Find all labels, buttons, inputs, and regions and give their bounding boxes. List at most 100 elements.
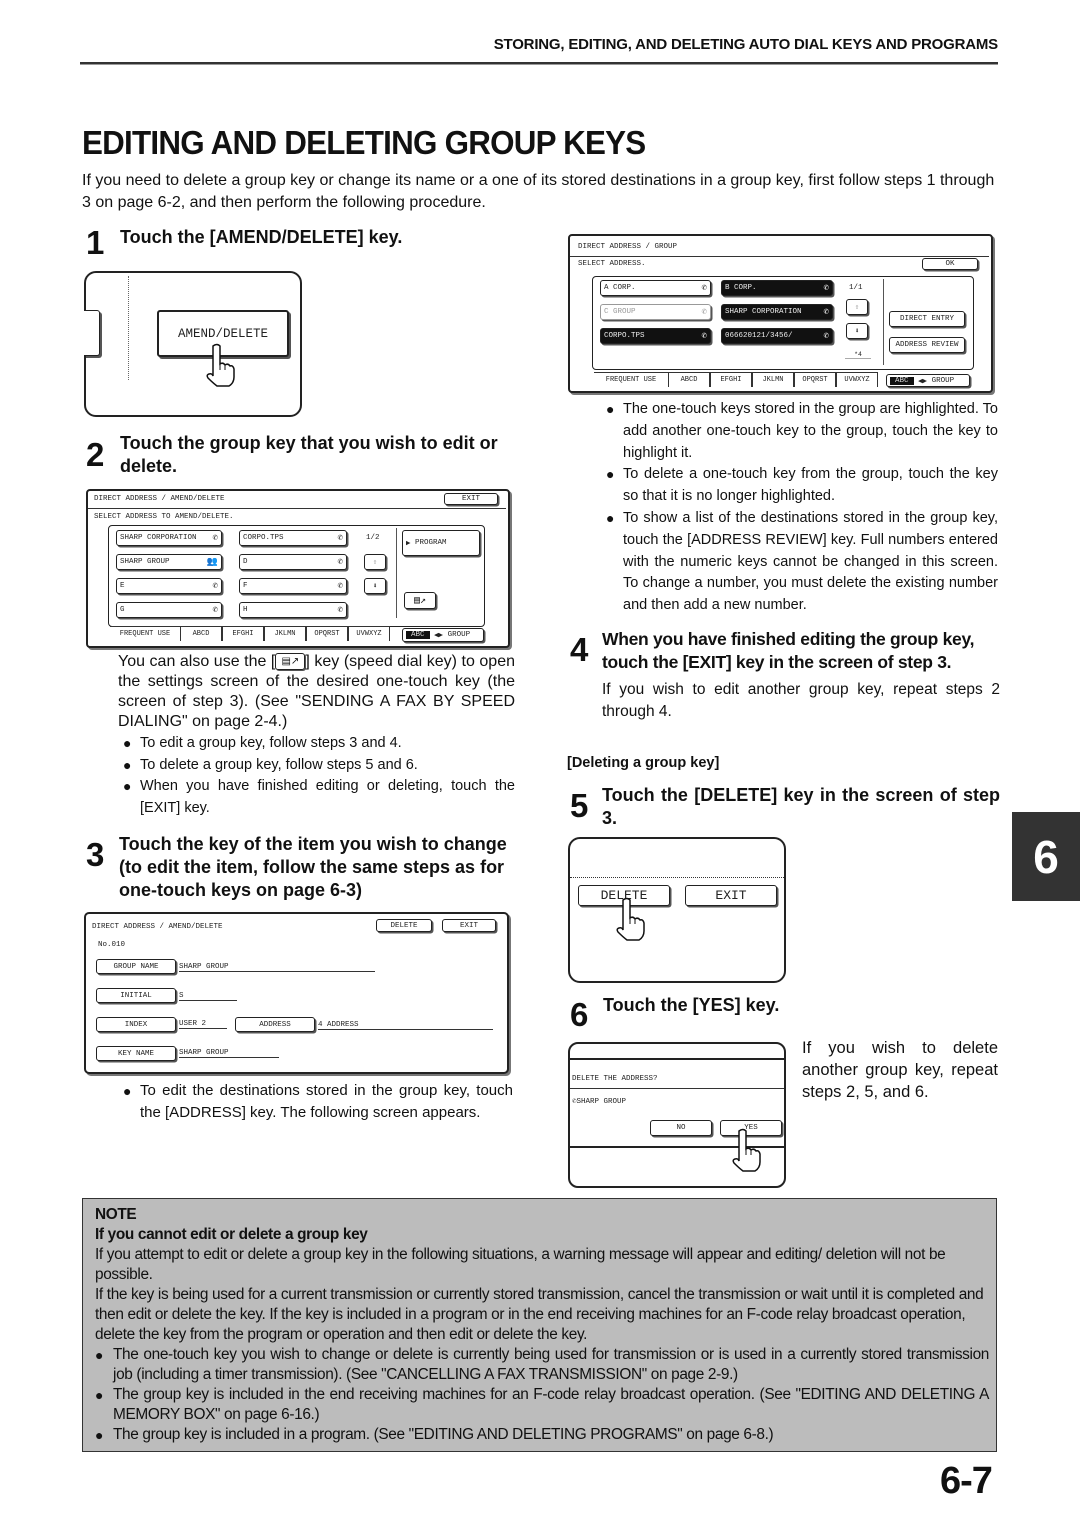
step-6-body: If you wish to delete another group key,… [802, 1039, 998, 1101]
index-button[interactable]: INDEX [96, 1017, 176, 1032]
tab-frequent-use[interactable]: FREQUENT USE [594, 372, 668, 387]
tab-jklmn[interactable]: JKLMN [752, 372, 794, 387]
tab-abcd[interactable]: ABCD [668, 372, 710, 387]
phone-icon: ✆ [337, 557, 343, 567]
phone-icon: ✆ [212, 605, 218, 615]
step-1-number: 1 [86, 224, 105, 261]
screen-title: DIRECT ADDRESS / AMEND/DELETE [92, 923, 223, 931]
screen-title: DIRECT ADDRESS / GROUP [578, 243, 678, 251]
one-touch-key[interactable]: D ✆ [239, 554, 347, 570]
divider [570, 256, 989, 257]
abc-group-toggle[interactable]: ABC ◀▶ GROUP [402, 628, 484, 642]
phone-icon: ✆ [823, 331, 829, 341]
ok-label: OK [945, 260, 955, 268]
phone-icon: ✆ [337, 533, 343, 543]
tab-uvwxyz[interactable]: UVWXYZ [348, 626, 390, 641]
step-4-heading: When you have finished editing the group… [602, 629, 975, 672]
bullet-item: To delete a one-touch key from the group… [606, 464, 998, 508]
delete-button[interactable]: DELETE [376, 919, 432, 932]
scroll-up-button[interactable]: ⇧ [364, 554, 386, 570]
one-touch-key[interactable]: H ✆ [239, 602, 347, 618]
abc-group-toggle[interactable]: ABC ◀▶ GROUP [886, 374, 970, 387]
exit-button[interactable]: EXIT [685, 885, 777, 906]
bullet-item: When you have finished editing or deleti… [123, 776, 515, 819]
ok-button[interactable]: OK [922, 258, 978, 270]
dotted-divider [128, 276, 129, 380]
initial-button[interactable]: INITIAL [96, 988, 176, 1003]
group-name-button[interactable]: GROUP NAME [96, 959, 176, 974]
tab-efghi[interactable]: EFGHI [710, 372, 752, 387]
group-key[interactable]: SHARP GROUP 👥 [116, 554, 222, 570]
speed-dial-button[interactable]: ▤↗ [404, 592, 436, 609]
label: KEY NAME [117, 1049, 154, 1058]
step-5-heading: Touch the [DELETE] key in the screen of … [602, 785, 1000, 828]
bullet-item: The group key is included in the end rec… [95, 1385, 989, 1425]
toggle-abc: ABC [890, 376, 914, 385]
bullet-item: The one-touch key you wish to change or … [95, 1345, 989, 1385]
key-label: F [243, 582, 248, 590]
running-head: STORING, EDITING, AND DELETING AUTO DIAL… [493, 36, 998, 53]
no-button[interactable]: NO [650, 1120, 712, 1136]
page-number: 6-7 [940, 1460, 993, 1502]
note-bullets: The one-touch key you wish to change or … [95, 1345, 989, 1445]
exit-button[interactable]: EXIT [442, 919, 496, 932]
amend-delete-label: AMEND/DELETE [177, 326, 268, 341]
tab-jklmn[interactable]: JKLMN [264, 626, 306, 641]
step-1-screen: AMEND/DELETE [84, 271, 302, 417]
address-review-button[interactable]: ADDRESS REVIEW [889, 337, 965, 353]
one-touch-key-disabled: C GROUP ✆ [600, 304, 711, 320]
one-touch-key-highlighted[interactable]: 066620121/3456/ ✆ [721, 328, 833, 344]
one-touch-key[interactable]: F ✆ [239, 578, 347, 594]
speed-dial-note: You can also use the [▤↗] key (speed dia… [118, 652, 515, 732]
tab-frequent-use[interactable]: FREQUENT USE [110, 626, 180, 641]
exit-button[interactable]: EXIT [444, 493, 498, 505]
address-review-label: ADDRESS REVIEW [895, 341, 959, 349]
program-button[interactable]: ▶ PROGRAM [402, 530, 480, 556]
page-title: EDITING AND DELETING GROUP KEYS [82, 124, 646, 161]
bullet-item: To edit a group key, follow steps 3 and … [123, 733, 515, 755]
note-label: NOTE [95, 1206, 137, 1223]
confirm-item: ✆SHARP GROUP [572, 1096, 626, 1106]
note-paragraph: If you attempt to edit or delete a group… [95, 1246, 946, 1283]
direct-entry-label: DIRECT ENTRY [899, 315, 954, 323]
one-touch-key-highlighted[interactable]: SHARP CORPORATION ✆ [721, 304, 833, 320]
scroll-down-button[interactable]: ⬇ [846, 323, 868, 339]
one-touch-key-highlighted[interactable]: CORPO.TPS ✆ [600, 328, 711, 344]
step-2-bullets: To edit a group key, follow steps 3 and … [123, 733, 515, 819]
step-3-screen: DIRECT ADDRESS / AMEND/DELETE DELETE EXI… [84, 912, 509, 1074]
one-touch-key[interactable]: G ✆ [116, 602, 222, 618]
step-3-heading: Touch the key of the item you wish to ch… [119, 834, 507, 900]
tab-opqrst[interactable]: OPQRST [306, 626, 348, 641]
note-heading: If you cannot edit or delete a group key [95, 1226, 368, 1243]
speed-dial-icon: ▤↗ [275, 653, 306, 671]
one-touch-key[interactable]: SHARP CORPORATION ✆ [116, 530, 222, 546]
page-indicator: 1/1 [849, 284, 863, 292]
tab-opqrst[interactable]: OPQRST [794, 372, 836, 387]
tab-efghi[interactable]: EFGHI [222, 626, 264, 641]
one-touch-key[interactable]: CORPO.TPS ✆ [239, 530, 347, 546]
key-label: 066620121/3456/ [725, 332, 793, 340]
divider [570, 1088, 784, 1089]
step-6-heading: Touch the [YES] key. [603, 995, 780, 1015]
label: GROUP NAME [113, 962, 159, 971]
divider [570, 877, 784, 878]
direct-entry-button[interactable]: DIRECT ENTRY [889, 311, 965, 327]
address-button[interactable]: ADDRESS [235, 1017, 315, 1032]
label: ADDRESS [259, 1020, 291, 1029]
one-touch-key-highlighted[interactable]: B CORP. ✆ [721, 280, 833, 296]
tab-uvwxyz[interactable]: UVWXYZ [836, 372, 878, 387]
step-6-screen: DELETE THE ADDRESS? ✆SHARP GROUP NO YES [568, 1042, 786, 1188]
key-label: A CORP. [604, 284, 636, 292]
step-4-body: If you wish to edit another group key, r… [602, 681, 1000, 720]
toggle-group: GROUP [447, 631, 471, 639]
tab-abcd[interactable]: ABCD [180, 626, 222, 641]
scroll-down-button[interactable]: ⬇ [364, 578, 386, 594]
scroll-up-button[interactable]: ⇧ [846, 299, 868, 315]
group-name-value: SHARP GROUP [179, 963, 375, 972]
key-label: SHARP CORPORATION [725, 308, 802, 316]
one-touch-key[interactable]: E ✆ [116, 578, 222, 594]
divider [883, 279, 884, 365]
key-name-button[interactable]: KEY NAME [96, 1046, 176, 1061]
delete-label: DELETE [390, 921, 418, 930]
one-touch-key[interactable]: A CORP. ✆ [600, 280, 711, 296]
